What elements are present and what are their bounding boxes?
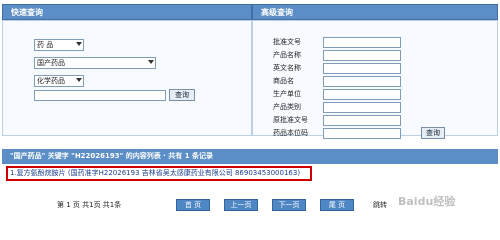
field-label-drug-code: 药品本位码 [273,129,308,137]
product-category-input[interactable] [323,102,401,113]
manufacturer-input[interactable] [323,89,401,100]
field-label-product-category: 产品类别 [273,103,301,111]
prev-page-button[interactable]: 上一页 [224,199,258,211]
type-select-wrapper: 化学药品 [34,75,84,87]
quick-search-panel: 药 品 国产药品 化学药品 查询 [2,20,252,136]
origin-select[interactable]: 国产药品 [34,57,156,69]
first-page-button[interactable]: 首 页 [176,199,210,211]
pager-info: 第 1 页 共1页 共1条 [57,201,122,209]
field-label-original-approval-no: 原批准文号 [273,116,308,124]
approval-no-input[interactable] [323,37,401,48]
original-approval-no-input[interactable] [323,115,401,126]
field-label-product-name: 产品名称 [273,51,301,59]
quick-search-button[interactable]: 查询 [169,89,195,101]
product-name-input[interactable] [323,50,401,61]
field-label-manufacturer: 生产单位 [273,90,301,98]
field-label-trade-name: 商品名 [273,77,294,85]
watermark: Baidu经验 [398,195,456,208]
drug-code-input[interactable] [323,128,401,139]
jump-label: 跳转 [373,201,387,209]
category-select[interactable]: 药 品 [34,39,84,51]
category-select-wrapper: 药 品 [34,39,84,51]
field-label-english-name: 英文名称 [273,64,301,72]
keyword-input[interactable] [34,90,166,101]
results-header: "国产药品" 关键字 "H22026193" 的内容列表 · 共有 1 条记录 [2,149,498,164]
advanced-search-header: 高级查询 [252,4,498,20]
english-name-input[interactable] [323,63,401,74]
advanced-search-button[interactable]: 查询 [421,127,445,139]
quick-search-header: 快速查询 [2,4,252,20]
type-select[interactable]: 化学药品 [34,75,84,87]
origin-select-wrapper: 国产药品 [34,57,156,69]
advanced-search-panel: 批准文号 产品名称 英文名称 商品名 生产单位 产品类别 原批准文号 药品本位码… [252,20,498,139]
field-label-approval-no: 批准文号 [273,38,301,46]
next-page-button[interactable]: 下一页 [272,199,306,211]
trade-name-input[interactable] [323,76,401,87]
last-page-button[interactable]: 尾 页 [320,199,354,211]
result-row[interactable]: 1.复方氨酚烷胺片 (国药准字H22026193 吉林省吴太感康药业有限公司 8… [6,166,312,181]
